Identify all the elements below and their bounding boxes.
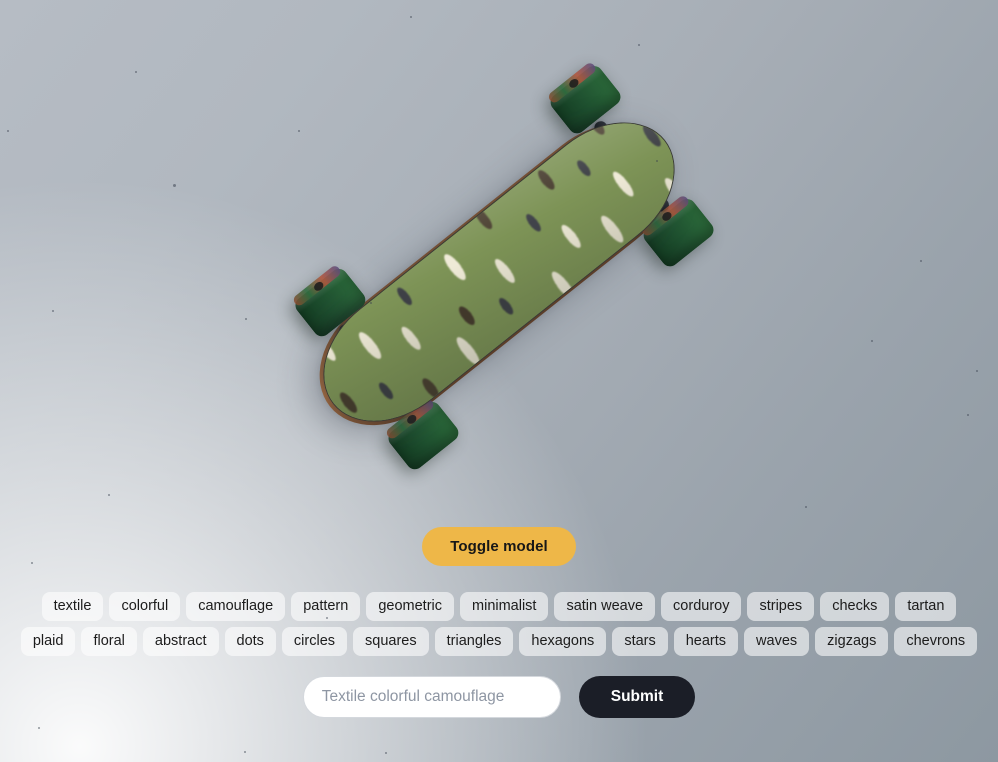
tag-chip-minimalist[interactable]: minimalist (460, 592, 549, 621)
prompt-entry-row: Submit (0, 676, 998, 718)
submit-button[interactable]: Submit (578, 676, 696, 718)
tag-chip-area: textile colorful camouflage pattern geometri… (0, 592, 998, 656)
tag-chip-hexagons[interactable]: hexagons (519, 627, 607, 656)
tag-chip-circles[interactable]: circles (281, 627, 348, 656)
deck-shading-overlay (298, 96, 700, 448)
tag-chip-geometric[interactable]: geometric (366, 592, 455, 621)
tag-chip-row-2: plaid floral abstract dots circles squares tri… (20, 627, 978, 656)
tag-chip-pattern[interactable]: pattern (291, 592, 361, 621)
model-canvas[interactable] (0, 0, 998, 500)
tag-chip-waves[interactable]: waves (744, 627, 810, 656)
tag-chip-stripes[interactable]: stripes (747, 592, 815, 621)
tag-chip-abstract[interactable]: abstract (142, 627, 219, 656)
tag-chip-plaid[interactable]: plaid (20, 627, 76, 656)
toggle-model-button[interactable]: Toggle model (422, 527, 576, 566)
tag-chip-floral[interactable]: floral (81, 627, 137, 656)
skateboard-deck (296, 94, 702, 450)
tag-chip-tartan[interactable]: tartan (895, 592, 957, 621)
tag-chip-camouflage[interactable]: camouflage (186, 592, 286, 621)
prompt-input[interactable] (302, 676, 561, 718)
tag-chip-row-1: textile colorful camouflage pattern geometri… (41, 592, 957, 621)
dust-speck (244, 751, 246, 753)
tag-chip-corduroy[interactable]: corduroy (661, 592, 742, 621)
model-viewer-app: Toggle model textile colorful camouflage pa… (0, 0, 998, 762)
tag-chip-zigzags[interactable]: zigzags (815, 627, 889, 656)
tag-chip-dots[interactable]: dots (224, 627, 276, 656)
dust-speck (385, 752, 387, 754)
dust-speck (38, 727, 40, 729)
toggle-model-row: Toggle model (0, 527, 998, 566)
tag-chip-triangles[interactable]: triangles (434, 627, 514, 656)
tag-chip-textile[interactable]: textile (41, 592, 104, 621)
tag-chip-stars[interactable]: stars (612, 627, 668, 656)
dust-speck (805, 506, 807, 508)
tag-chip-checks[interactable]: checks (820, 592, 890, 621)
tag-chip-squares[interactable]: squares (353, 627, 429, 656)
tag-chip-satin-weave[interactable]: satin weave (554, 592, 656, 621)
tag-chip-chevrons[interactable]: chevrons (894, 627, 978, 656)
tag-chip-colorful[interactable]: colorful (109, 592, 181, 621)
tag-chip-hearts[interactable]: hearts (673, 627, 739, 656)
